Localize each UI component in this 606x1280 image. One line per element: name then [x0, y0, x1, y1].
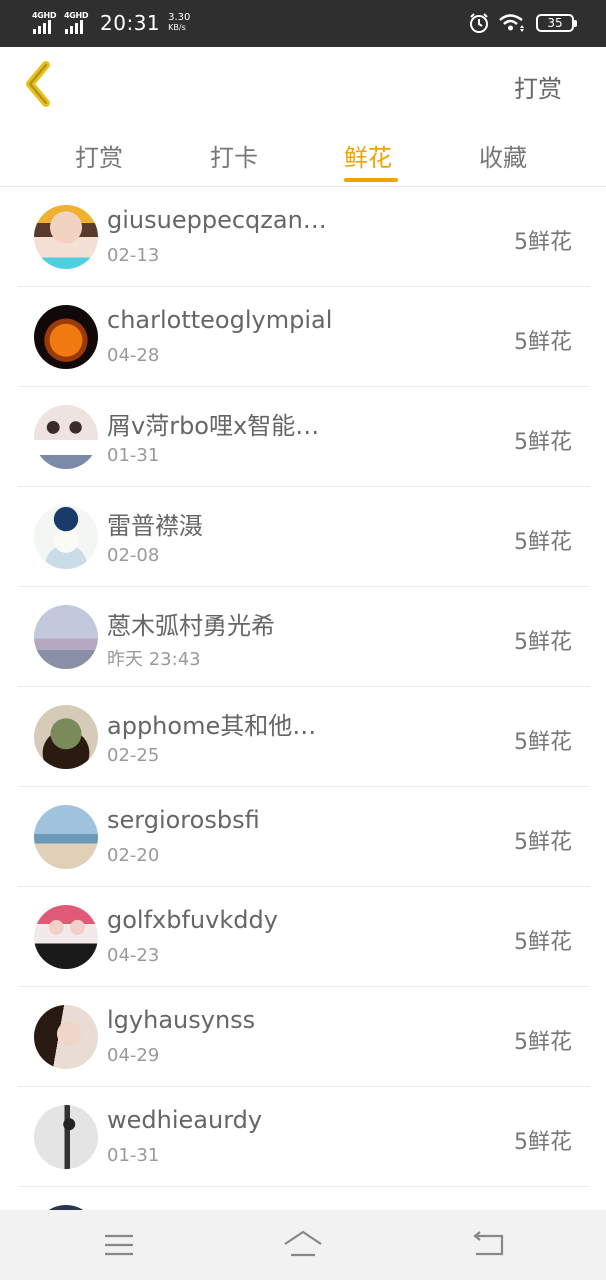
list-item[interactable]: apphome其和他… 02-25 5鲜花 — [18, 687, 590, 787]
list-item-date: 04-23 — [107, 945, 160, 966]
network-type-label-2: 4GHD — [64, 11, 89, 20]
flower-amount: 5鲜花 — [514, 230, 572, 255]
avatar — [34, 205, 98, 269]
status-bar: 4GHD 4GHD 20:31 3.30 KB/s 35 — [0, 0, 606, 47]
battery-icon: 35 — [536, 14, 577, 32]
battery-level: 35 — [547, 16, 563, 30]
list-item-date: 昨天 23:43 — [107, 649, 201, 670]
status-left: 4GHD 4GHD 20:31 3.30 KB/s — [32, 10, 190, 36]
alarm-icon — [470, 13, 488, 33]
tab-checkin[interactable]: 打卡 — [210, 138, 258, 173]
user-name: 雷普襟滠 — [107, 512, 203, 540]
list-item[interactable]: golfxbfuvkddy 04-23 5鲜花 — [18, 887, 590, 987]
active-tab-indicator — [344, 178, 398, 182]
tab-reward[interactable]: 打赏 — [75, 138, 123, 173]
user-name: wedhieaurdy — [107, 1106, 263, 1134]
list-item-date: 04-29 — [107, 1045, 160, 1066]
list-item[interactable]: 屑v菏rbo哩x智能… 01-31 5鲜花 — [18, 387, 590, 487]
flower-amount: 5鲜花 — [514, 430, 572, 455]
tab-favorites[interactable]: 收藏 — [479, 138, 527, 173]
network-speed-unit: KB/s — [168, 23, 186, 32]
user-name: golfxbfuvkddy — [107, 906, 278, 934]
list-item[interactable]: 蒽木弧村勇光希 昨天 23:43 5鲜花 — [18, 587, 590, 687]
list-item-date: 02-20 — [107, 845, 160, 866]
tab-bar: 打赏 打卡 鲜花 收藏 — [0, 122, 606, 187]
status-time: 20:31 — [100, 11, 161, 35]
flower-amount: 5鲜花 — [514, 930, 572, 955]
avatar — [34, 1005, 98, 1069]
status-right: 35 — [468, 12, 577, 34]
network-speed: 3.30 KB/s — [168, 13, 190, 33]
user-name: 屑v菏rbo哩x智能… — [107, 412, 320, 440]
user-name: lgyhausynss — [107, 1006, 256, 1034]
user-name: giusueppecqzan… — [107, 206, 327, 234]
system-nav-bar — [0, 1210, 606, 1280]
avatar — [34, 405, 98, 469]
avatar — [34, 505, 98, 569]
menu-button[interactable] — [99, 1228, 139, 1262]
flower-amount: 5鲜花 — [514, 830, 572, 855]
list-item[interactable]: giusueppecqzan… 02-13 5鲜花 — [18, 187, 590, 287]
avatar — [34, 905, 98, 969]
list-item-date: 01-31 — [107, 445, 160, 466]
avatar — [34, 605, 98, 669]
back-button[interactable] — [22, 61, 58, 107]
avatar — [34, 805, 98, 869]
back-nav-button[interactable] — [468, 1228, 508, 1262]
flower-amount: 5鲜花 — [514, 530, 572, 555]
home-icon — [284, 1230, 322, 1257]
menu-icon — [105, 1234, 133, 1256]
chevron-left-icon — [26, 61, 50, 107]
list-item-date: 02-13 — [107, 245, 160, 266]
home-button[interactable] — [283, 1228, 323, 1262]
user-name: 蒽木弧村勇光希 — [107, 612, 275, 640]
avatar — [34, 705, 98, 769]
tab-flowers[interactable]: 鲜花 — [344, 138, 392, 173]
list-item[interactable]: 雷普襟滠 02-08 5鲜花 — [18, 487, 590, 587]
wifi-icon — [499, 14, 524, 32]
reward-button[interactable]: 打赏 — [514, 69, 562, 104]
user-name: charlotteoglympial — [107, 306, 333, 334]
flower-amount: 5鲜花 — [514, 630, 572, 655]
return-icon — [473, 1231, 504, 1256]
list-item-date: 04-28 — [107, 345, 160, 366]
cellular-signal-icon-2: 4GHD — [64, 11, 92, 35]
avatar — [34, 1105, 98, 1169]
list-item[interactable]: wedhieaurdy 01-31 5鲜花 — [18, 1087, 590, 1187]
flower-amount: 5鲜花 — [514, 1030, 572, 1055]
avatar — [34, 305, 98, 369]
flower-amount: 5鲜花 — [514, 1130, 572, 1155]
user-name: apphome其和他… — [107, 712, 317, 740]
list-item-partial — [18, 1187, 590, 1210]
list-item-date: 02-08 — [107, 545, 160, 566]
list-item[interactable]: charlotteoglympial 04-28 5鲜花 — [18, 287, 590, 387]
network-type-label: 4GHD — [32, 11, 57, 20]
flower-list: giusueppecqzan… 02-13 5鲜花 charlotteoglym… — [18, 187, 590, 1210]
flower-amount: 5鲜花 — [514, 330, 572, 355]
network-speed-value: 3.30 — [168, 12, 191, 23]
flower-amount: 5鲜花 — [514, 730, 572, 755]
list-item[interactable]: lgyhausynss 04-29 5鲜花 — [18, 987, 590, 1087]
list-item-date: 01-31 — [107, 1145, 160, 1166]
header: 打赏 — [0, 47, 606, 122]
cellular-signal-icon: 4GHD — [32, 11, 60, 35]
list-item[interactable]: sergiorosbsfi 02-20 5鲜花 — [18, 787, 590, 887]
user-name: sergiorosbsfi — [107, 806, 260, 834]
list-item-date: 02-25 — [107, 745, 160, 766]
